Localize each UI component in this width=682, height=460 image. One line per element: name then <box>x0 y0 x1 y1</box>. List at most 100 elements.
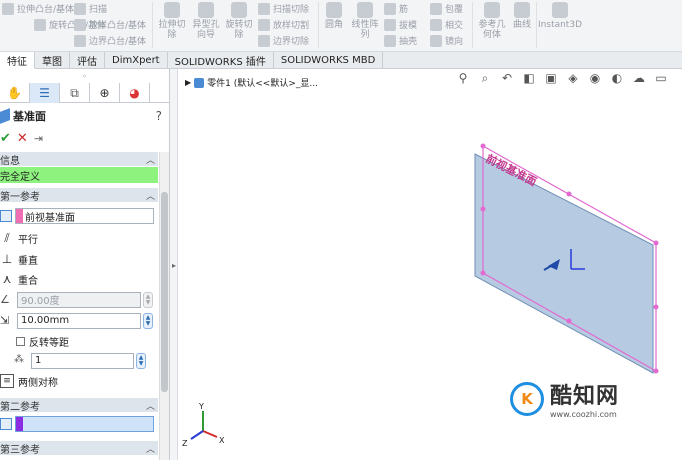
hole-wizard-button[interactable]: 异型孔向导 <box>190 2 222 40</box>
loft-boss-button[interactable]: 放样凸台/基体 <box>74 18 146 31</box>
coincident-option[interactable]: ⋏ 重合 <box>0 270 38 288</box>
reference-geometry-button[interactable]: 参考几何体 <box>476 2 508 40</box>
dimxpert-manager-tab[interactable]: ⊕ <box>90 83 120 103</box>
flip-offset-check[interactable] <box>16 336 25 346</box>
sweep-button[interactable]: 扫描 <box>74 2 107 15</box>
instant3d-button[interactable]: Instant3D <box>538 2 582 30</box>
ribbon-separator <box>152 2 153 48</box>
plane-handle[interactable] <box>653 368 659 374</box>
second-reference-header[interactable]: 第二参考 ︿ <box>0 398 158 413</box>
parallel-option[interactable]: ⫽ 平行 <box>0 229 38 247</box>
boundary-icon <box>74 34 86 47</box>
first-reference-title: 第一参考 <box>0 191 40 203</box>
plane-handle[interactable] <box>480 143 486 149</box>
flip-offset-checkbox[interactable]: 反转等距 <box>16 332 69 350</box>
mid-plane-icon: ≡ <box>0 374 14 388</box>
x-axis-label: X <box>219 436 225 445</box>
revolve-icon <box>34 18 46 31</box>
scrollbar-thumb[interactable] <box>161 192 168 392</box>
hole-wizard-icon <box>198 2 214 18</box>
boundary-boss-button[interactable]: 边界凸台/基体 <box>74 34 146 47</box>
parallel-label: 平行 <box>18 234 38 246</box>
display-manager-tab[interactable]: ◕ <box>120 83 150 103</box>
tab-dimxpert[interactable]: DimXpert <box>105 52 168 69</box>
lofted-cut-button[interactable]: 放样切割 <box>258 18 309 31</box>
ribbon-separator <box>472 2 473 48</box>
extrude-cut-icon <box>164 2 180 18</box>
distance-row: ⇲ 10.00mm ▲ ▼ <box>0 312 153 329</box>
tab-sketch[interactable]: 草图 <box>35 52 70 69</box>
pin-icon[interactable]: ⇥ <box>34 132 43 145</box>
panel-splitter[interactable]: ▸ <box>170 69 178 460</box>
fillet-button[interactable]: 圆角 <box>322 2 346 30</box>
distance-input[interactable]: 10.00mm <box>17 312 141 329</box>
plane-handle[interactable] <box>566 318 572 324</box>
perpendicular-icon: ⊥ <box>1 252 13 266</box>
ok-check-icon[interactable]: ✔ <box>0 131 11 146</box>
wrap-icon <box>430 2 442 15</box>
plane-count-icon: ⁂ <box>14 353 24 365</box>
ribbon-separator <box>318 2 319 48</box>
curves-button[interactable]: 曲线 <box>510 2 534 30</box>
first-reference-field[interactable]: 前视基准面 <box>15 208 154 224</box>
second-reference-field[interactable] <box>15 416 154 432</box>
chevron-up-icon: ︿ <box>145 444 155 455</box>
mid-plane-option[interactable]: ≡ 两侧对称 <box>0 372 58 390</box>
boundary-cut-icon <box>258 34 270 47</box>
watermark-url: www.coozhi.com <box>550 410 617 419</box>
boundary-cut-button[interactable]: 边界切除 <box>258 34 309 47</box>
chevron-up-icon: ︿ <box>145 401 155 412</box>
linear-pattern-button[interactable]: 线性阵列 <box>350 2 380 40</box>
third-reference-header[interactable]: 第三参考 ︿ <box>0 441 158 456</box>
splitter-grip-icon[interactable]: ▸ <box>171 259 177 271</box>
first-reference-value: 前视基准面 <box>25 212 75 224</box>
coincident-label: 重合 <box>18 275 38 287</box>
panel-icon-tabs: ✋ ☰ ⧉ ⊕ ◕ <box>0 83 169 103</box>
rib-button[interactable]: 筋 <box>384 2 408 15</box>
first-reference-header[interactable]: 第一参考 ︿ <box>0 188 158 203</box>
angle-icon: ∠ <box>0 292 10 306</box>
cancel-x-icon[interactable]: ✕ <box>17 131 28 146</box>
second-reference-swatch <box>16 417 23 431</box>
swept-cut-button[interactable]: 扫描切除 <box>258 2 309 15</box>
count-stepper[interactable]: ▲ ▼ <box>136 352 146 369</box>
sweep-icon <box>74 2 86 15</box>
angle-stepper[interactable]: ▲ ▼ <box>143 291 153 308</box>
chevron-up-icon: ︿ <box>145 155 155 166</box>
revolve-cut-button[interactable]: 旋转切除 <box>224 2 254 40</box>
perpendicular-option[interactable]: ⊥ 垂直 <box>0 250 38 268</box>
angle-input[interactable]: 90.00度 <box>17 291 141 308</box>
mirror-button[interactable]: 镜向 <box>430 34 463 47</box>
feature-manager-tab[interactable]: ✋ <box>0 83 30 103</box>
panel-scrollbar[interactable] <box>159 152 169 460</box>
shell-button[interactable]: 抽壳 <box>384 34 417 47</box>
tab-solidworks-mbd[interactable]: SOLIDWORKS MBD <box>274 52 384 69</box>
tab-features[interactable]: 特征 <box>0 52 35 69</box>
mid-plane-label: 两侧对称 <box>18 377 58 389</box>
property-manager-tab[interactable]: ☰ <box>30 83 60 103</box>
swept-cut-icon <box>258 2 270 15</box>
plane-handle[interactable] <box>480 270 486 276</box>
extrude-boss-button[interactable]: 拉伸凸台/基体 <box>2 2 74 15</box>
page-title: 基准面 <box>13 110 46 123</box>
crosshair-icon: ⊕ <box>99 86 110 100</box>
distance-stepper[interactable]: ▲ ▼ <box>143 312 153 329</box>
count-input[interactable]: 1 <box>31 352 134 369</box>
plane-handle[interactable] <box>653 240 659 246</box>
plane-handle[interactable] <box>566 191 572 197</box>
plane-handle[interactable] <box>653 304 659 310</box>
wrap-button[interactable]: 包覆 <box>430 2 463 15</box>
draft-button[interactable]: 拔模 <box>384 18 417 31</box>
tab-solidworks-addins[interactable]: SOLIDWORKS 插件 <box>168 52 274 69</box>
instant3d-icon <box>552 2 568 18</box>
panel-handle[interactable]: ◦ <box>0 69 169 83</box>
message-group-header[interactable]: 信息 ︿ <box>0 152 158 167</box>
intersect-button[interactable]: 相交 <box>430 18 463 31</box>
plane-handle[interactable] <box>480 206 486 212</box>
configuration-manager-tab[interactable]: ⧉ <box>60 83 90 103</box>
extrude-cut-button[interactable]: 拉伸切除 <box>158 2 186 40</box>
help-icon[interactable]: ? <box>156 109 162 123</box>
front-plane-preview[interactable] <box>474 153 654 374</box>
tab-evaluate[interactable]: 评估 <box>70 52 105 69</box>
watermark-text: 酷知网 www.coozhi.com <box>550 378 619 419</box>
